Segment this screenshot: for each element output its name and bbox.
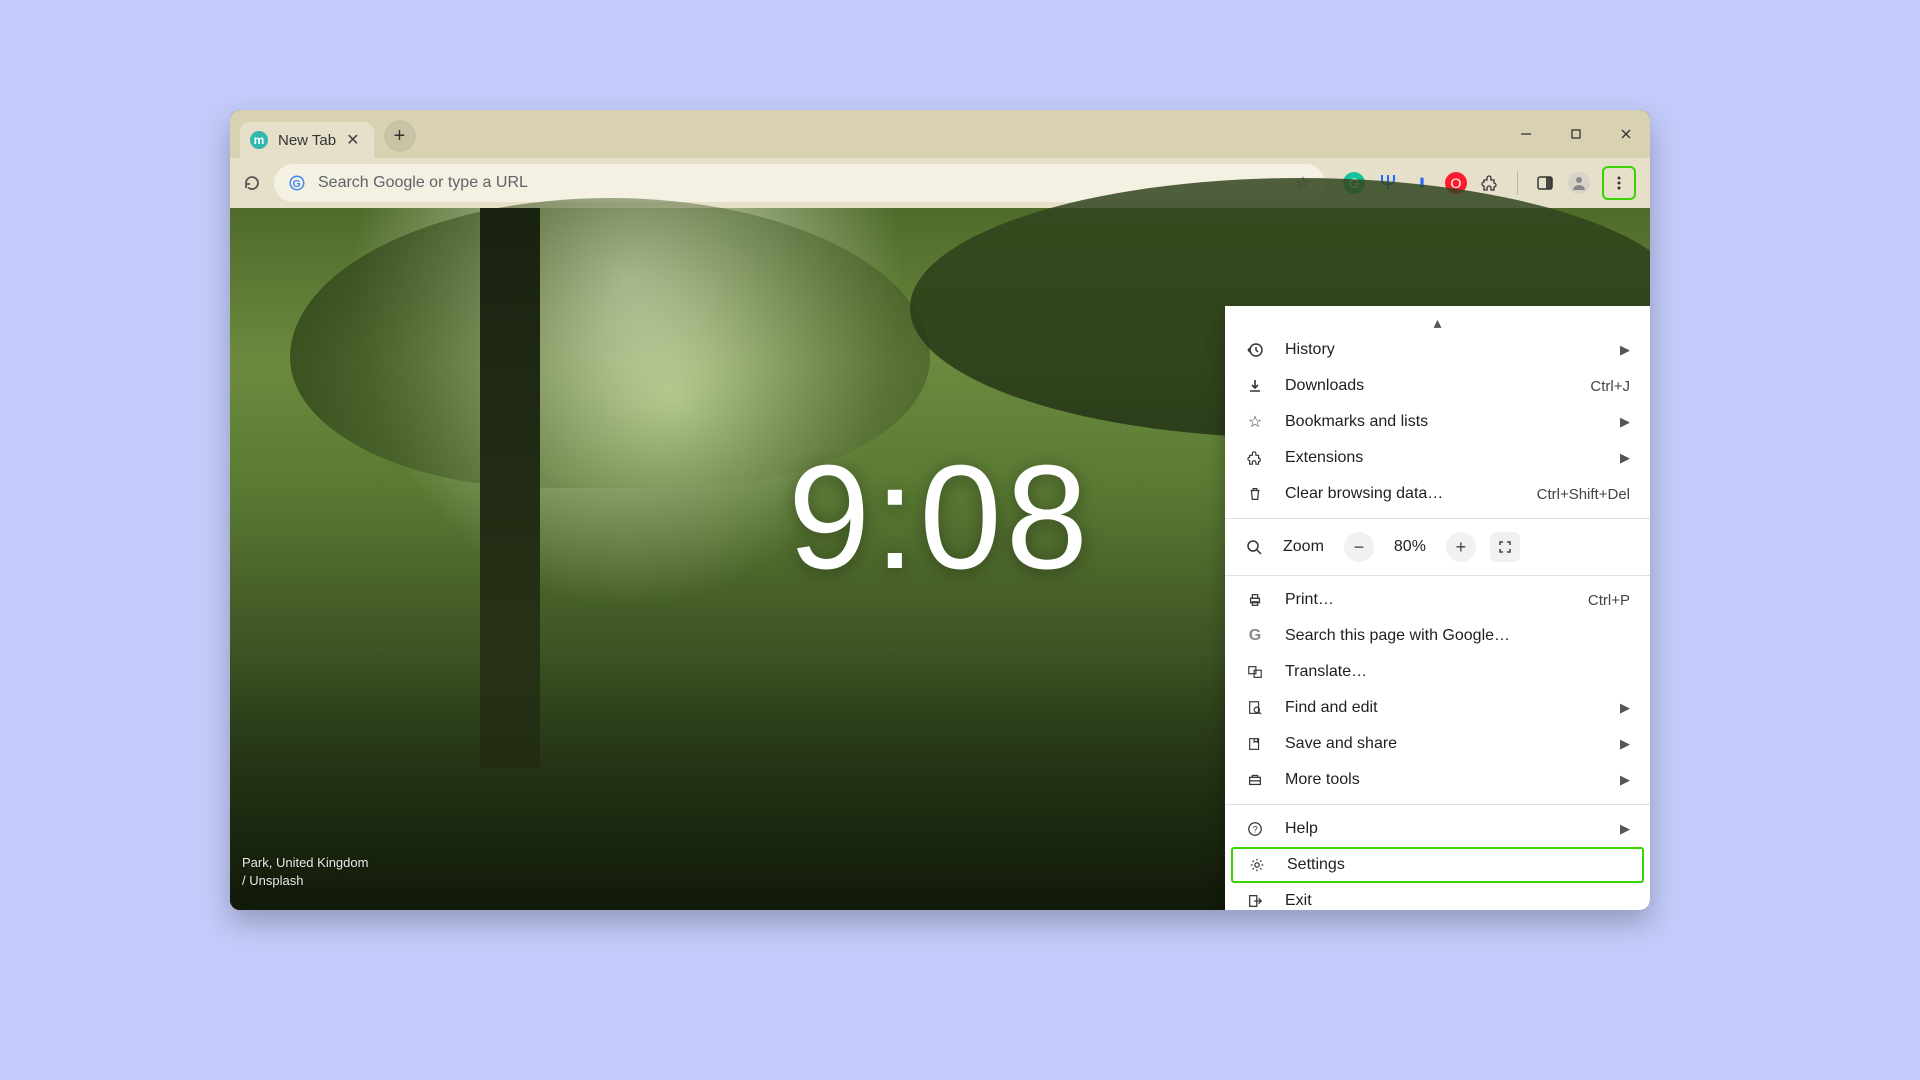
menu-scroll-up-icon[interactable]: ▴ <box>1225 314 1650 332</box>
chevron-right-icon: ▶ <box>1620 772 1630 788</box>
reload-button[interactable] <box>240 171 264 195</box>
zoom-value: 80% <box>1388 538 1432 556</box>
zoom-out-button[interactable]: − <box>1344 532 1374 562</box>
puzzle-icon <box>1245 450 1265 466</box>
trash-icon <box>1245 486 1265 502</box>
menu-zoom-row: Zoom − 80% + <box>1225 525 1650 569</box>
tab-strip: m New Tab ✕ + <box>230 110 1650 158</box>
history-icon <box>1245 341 1265 359</box>
svg-text:G: G <box>293 178 301 190</box>
find-icon <box>1245 700 1265 716</box>
extensions-puzzle-icon[interactable] <box>1479 172 1501 194</box>
close-window-button[interactable] <box>1608 116 1644 152</box>
close-tab-icon[interactable]: ✕ <box>346 130 359 150</box>
menu-extensions-label: Extensions <box>1285 449 1600 467</box>
print-icon <box>1245 592 1265 608</box>
chevron-right-icon: ▶ <box>1620 342 1630 358</box>
menu-exit-label: Exit <box>1285 892 1630 910</box>
menu-bookmarks-label: Bookmarks and lists <box>1285 413 1600 431</box>
menu-help[interactable]: ? Help ▶ <box>1225 811 1650 847</box>
chevron-right-icon: ▶ <box>1620 450 1630 466</box>
zoom-in-button[interactable]: + <box>1446 532 1476 562</box>
menu-translate[interactable]: Translate… <box>1225 654 1650 690</box>
menu-clear-label: Clear browsing data… <box>1285 485 1517 503</box>
new-tab-content: 9:08 Park, United Kingdom / Unsplash Tod… <box>230 208 1650 910</box>
menu-more-tools-label: More tools <box>1285 771 1600 789</box>
photo-attribution: Park, United Kingdom / Unsplash <box>242 854 368 890</box>
menu-help-label: Help <box>1285 820 1600 838</box>
more-menu-button[interactable] <box>1602 166 1636 200</box>
menu-more-tools[interactable]: More tools ▶ <box>1225 762 1650 798</box>
minimize-button[interactable] <box>1508 116 1544 152</box>
menu-find-edit-label: Find and edit <box>1285 699 1600 717</box>
menu-separator <box>1225 518 1650 519</box>
menu-clear-shortcut: Ctrl+Shift+Del <box>1537 486 1630 503</box>
menu-separator <box>1225 575 1650 576</box>
menu-zoom-label: Zoom <box>1283 538 1324 556</box>
tab-title: New Tab <box>278 132 336 149</box>
star-icon: ☆ <box>1245 412 1265 432</box>
menu-translate-label: Translate… <box>1285 663 1630 681</box>
menu-print-label: Print… <box>1285 591 1568 609</box>
chevron-right-icon: ▶ <box>1620 700 1630 716</box>
zoom-icon <box>1245 538 1263 556</box>
help-icon: ? <box>1245 821 1265 837</box>
google-icon: G <box>288 174 306 192</box>
maximize-button[interactable] <box>1558 116 1594 152</box>
menu-history-label: History <box>1285 341 1600 359</box>
fullscreen-button[interactable] <box>1490 532 1520 562</box>
menu-downloads[interactable]: Downloads Ctrl+J <box>1225 368 1650 404</box>
chevron-right-icon: ▶ <box>1620 414 1630 430</box>
save-share-icon <box>1245 736 1265 752</box>
menu-separator <box>1225 804 1650 805</box>
tab-favicon: m <box>250 131 268 149</box>
tab-new-tab[interactable]: m New Tab ✕ <box>240 122 374 158</box>
menu-settings-label: Settings <box>1287 856 1628 874</box>
menu-bookmarks[interactable]: ☆ Bookmarks and lists ▶ <box>1225 404 1650 440</box>
chrome-main-menu: ▴ History ▶ Downloads Ctrl+J ☆ Bookmarks… <box>1225 306 1650 910</box>
menu-settings-highlight: Settings <box>1231 847 1644 883</box>
attribution-source: / Unsplash <box>242 872 368 890</box>
menu-downloads-label: Downloads <box>1285 377 1570 395</box>
menu-search-page-label: Search this page with Google… <box>1285 627 1630 645</box>
translate-icon <box>1245 664 1265 680</box>
menu-clear-browsing-data[interactable]: Clear browsing data… Ctrl+Shift+Del <box>1225 476 1650 512</box>
menu-print[interactable]: Print… Ctrl+P <box>1225 582 1650 618</box>
download-icon <box>1245 377 1265 395</box>
exit-icon <box>1245 893 1265 909</box>
chevron-right-icon: ▶ <box>1620 736 1630 752</box>
menu-exit[interactable]: Exit <box>1225 883 1650 910</box>
side-panel-icon[interactable] <box>1534 172 1556 194</box>
svg-text:?: ? <box>1253 825 1258 835</box>
toolbar-separator <box>1517 171 1518 195</box>
new-tab-button[interactable]: + <box>384 120 416 152</box>
menu-print-shortcut: Ctrl+P <box>1588 592 1630 609</box>
toolbox-icon <box>1245 772 1265 788</box>
menu-history[interactable]: History ▶ <box>1225 332 1650 368</box>
browser-window: m New Tab ✕ + G Search Google or type a … <box>230 110 1650 910</box>
menu-downloads-shortcut: Ctrl+J <box>1590 378 1630 395</box>
profile-avatar-icon[interactable] <box>1568 172 1590 194</box>
menu-extensions[interactable]: Extensions ▶ <box>1225 440 1650 476</box>
window-controls <box>1508 110 1644 158</box>
attribution-location: Park, United Kingdom <box>242 854 368 872</box>
menu-search-page[interactable]: G Search this page with Google… <box>1225 618 1650 654</box>
chevron-right-icon: ▶ <box>1620 821 1630 837</box>
gear-icon <box>1247 857 1267 873</box>
menu-settings[interactable]: Settings <box>1233 849 1642 881</box>
menu-find-edit[interactable]: Find and edit ▶ <box>1225 690 1650 726</box>
zoom-controls: − 80% + <box>1344 532 1520 562</box>
menu-save-share-label: Save and share <box>1285 735 1600 753</box>
menu-save-share[interactable]: Save and share ▶ <box>1225 726 1650 762</box>
google-g-icon: G <box>1245 627 1265 645</box>
